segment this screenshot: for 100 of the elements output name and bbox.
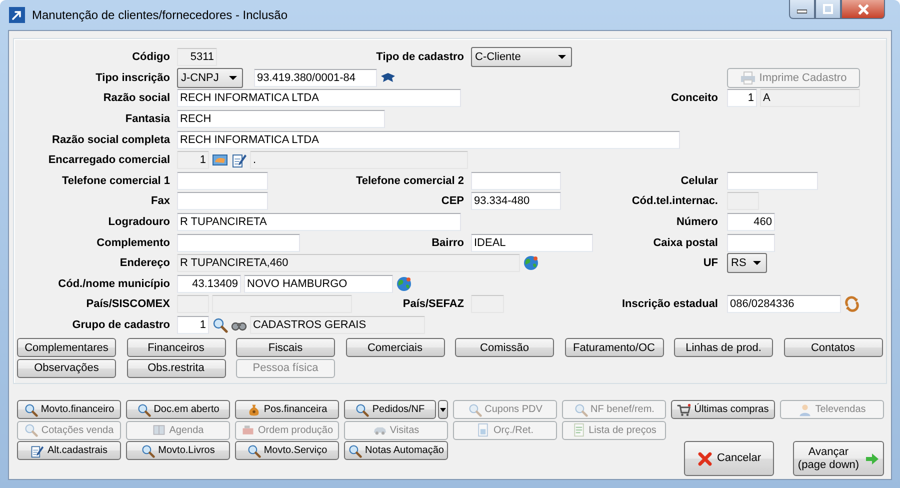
- field-label: Telefone comercial 1: [60, 174, 170, 187]
- field-label: Bairro: [430, 236, 464, 249]
- text-field[interactable]: 43.13409: [177, 274, 241, 293]
- text-field[interactable]: RECH: [177, 110, 385, 128]
- text-field[interactable]: [727, 172, 818, 190]
- cancel-button[interactable]: Cancelar: [684, 441, 774, 476]
- field-label: Cód./nome município: [57, 278, 170, 290]
- section-button[interactable]: Financeiros: [126, 338, 226, 358]
- section-button[interactable]: Faturamento/OC: [564, 338, 664, 358]
- card-icon[interactable]: [212, 152, 228, 168]
- text-field[interactable]: [177, 172, 268, 190]
- section-button[interactable]: Comissão: [455, 338, 554, 358]
- text-field[interactable]: RECH INFORMATICA LTDA: [177, 130, 680, 149]
- text-field[interactable]: [177, 192, 268, 210]
- field-label: Razão social completa: [51, 134, 170, 146]
- caret-icon: [753, 261, 761, 266]
- action-button[interactable]: Pos.financeira: [235, 400, 339, 419]
- caret-icon: [558, 55, 566, 60]
- text-field[interactable]: [177, 234, 300, 252]
- action-button[interactable]: Pedidos/NF: [344, 400, 436, 419]
- section-button[interactable]: Comerciais: [346, 338, 444, 358]
- action-button[interactable]: Notas Automação: [344, 441, 448, 460]
- section-button[interactable]: Obs.restrita: [126, 358, 226, 378]
- person-icon: [798, 402, 812, 416]
- text-field[interactable]: IDEAL: [471, 234, 593, 252]
- action-button[interactable]: Doc.em aberto: [126, 400, 230, 419]
- caret-icon: [440, 408, 446, 412]
- field-label: Código: [131, 51, 170, 64]
- next-button[interactable]: Avançar (page down): [793, 441, 884, 476]
- field-label: Número: [675, 216, 718, 228]
- action-button[interactable]: Movto.financeiro: [17, 400, 121, 419]
- document-icon: [476, 423, 490, 437]
- field-label: Tipo inscrição: [94, 72, 170, 84]
- search-icon: [141, 444, 156, 458]
- section-button[interactable]: Complementares: [17, 338, 116, 358]
- action-button[interactable]: Movto.Serviço: [235, 441, 339, 460]
- refresh-icon[interactable]: [844, 296, 860, 312]
- field-label: Endereço: [118, 257, 170, 270]
- text-field[interactable]: 93.334-480: [471, 192, 561, 210]
- maximize-icon: [823, 4, 833, 14]
- cancel-icon: [696, 450, 713, 466]
- text-field[interactable]: 460: [727, 213, 775, 232]
- search-icon[interactable]: [212, 317, 228, 334]
- action-button[interactable]: Alt.cadastrais: [17, 441, 121, 460]
- field-label: Celular: [680, 174, 718, 187]
- edit-icon: [30, 444, 44, 458]
- list-icon: [572, 423, 586, 437]
- field-label: UF: [702, 257, 718, 270]
- cart-icon: [677, 402, 692, 416]
- section-button[interactable]: Linhas de prod.: [674, 338, 773, 358]
- text-field[interactable]: 93.419.380/0001-84: [254, 68, 377, 87]
- action-button[interactable]: Movto.Livros: [126, 441, 230, 460]
- search-icon: [468, 402, 482, 416]
- money-bag-icon: [246, 402, 261, 416]
- field-label: Logradouro: [107, 216, 170, 228]
- field-label: CEP: [440, 195, 464, 208]
- text-field[interactable]: RECH INFORMATICA LTDA: [177, 89, 461, 108]
- text-field[interactable]: 1: [727, 89, 757, 108]
- book-icon: [152, 423, 166, 437]
- text-field[interactable]: 1: [177, 316, 209, 334]
- globe-icon[interactable]: [523, 255, 539, 272]
- field-label: País/SEFAZ: [402, 298, 464, 310]
- action-button[interactable]: Últimas compras: [671, 400, 775, 419]
- section-button[interactable]: Observações: [17, 358, 116, 378]
- caret-icon: [229, 76, 237, 80]
- close-button[interactable]: [841, 0, 885, 19]
- search-icon: [24, 423, 38, 437]
- dropdown-button[interactable]: [438, 400, 448, 419]
- dropdown[interactable]: J-CNPJ: [177, 68, 243, 88]
- edit-icon[interactable]: [231, 152, 247, 168]
- text-field[interactable]: R TUPANCIRETA: [177, 213, 461, 232]
- text-field[interactable]: [727, 234, 775, 252]
- section-button[interactable]: Contatos: [784, 338, 882, 358]
- search-icon: [246, 444, 261, 458]
- globe-icon[interactable]: [396, 276, 412, 292]
- machine-icon: [240, 423, 255, 437]
- text-field[interactable]: 086/0284336: [727, 295, 841, 314]
- search-icon: [355, 402, 370, 416]
- dropdown[interactable]: RS: [727, 253, 767, 274]
- minimize-button[interactable]: [789, 0, 815, 19]
- field-label: Razão social: [102, 92, 170, 104]
- field-label: Encarregado comercial: [47, 154, 170, 166]
- field-label: País/SISCOMEX: [85, 298, 170, 310]
- text-field[interactable]: [471, 172, 561, 190]
- section-button[interactable]: Fiscais: [236, 338, 335, 358]
- field-label: Tipo de cadastro: [375, 51, 464, 64]
- arrow-right-icon: [864, 450, 880, 466]
- field-label: Fax: [150, 195, 170, 208]
- field-label: Cód.tel.internac.: [630, 195, 718, 208]
- dropdown[interactable]: C-Cliente: [471, 47, 572, 68]
- field-label: Fantasia: [124, 113, 170, 126]
- search-icon: [24, 402, 38, 416]
- search-icon: [136, 402, 151, 416]
- search-icon: [348, 444, 362, 458]
- field-label: Conceito: [670, 92, 718, 104]
- field-label: Caixa postal: [652, 236, 718, 249]
- maximize-button[interactable]: [815, 0, 841, 19]
- field-label: Telefone comercial 2: [354, 174, 464, 187]
- text-field[interactable]: NOVO HAMBURGO: [244, 274, 393, 293]
- app-icon: [9, 7, 25, 23]
